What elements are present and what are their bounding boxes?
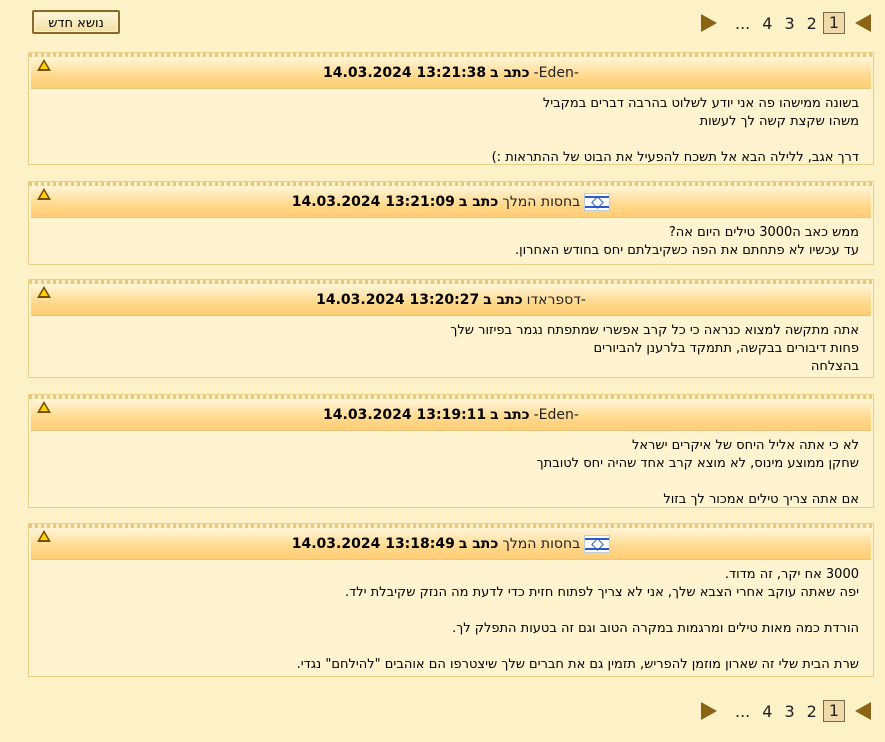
post-timestamp: 13:21:09 14.03.2024: [291, 194, 455, 210]
post-header: בחסות המלך כתב ב 13:18:49 14.03.2024: [31, 529, 871, 560]
post-timestamp: 13:18:49 14.03.2024: [291, 536, 455, 552]
post-timestamp: 13:21:38 14.03.2024: [323, 65, 487, 81]
post-line: משהו שקצת קשה לך לעשות: [699, 114, 859, 129]
post-author[interactable]: -Eden-: [534, 407, 579, 423]
post-body: 3000 אח יקר, זה מדוד. יפה שאתה עוקב אחרי…: [31, 560, 871, 674]
post-line: עד עכשיו לא פתחתם את הפה כשקיבלתם יחס בח…: [514, 243, 859, 258]
post-frame: [29, 53, 873, 57]
post-wrote-label: כתב ב: [490, 65, 530, 81]
prev-page-arrow-icon[interactable]: [855, 702, 871, 720]
israel-flag-icon: [584, 193, 611, 211]
page-link-1-current[interactable]: 1: [822, 12, 845, 34]
page-link-2[interactable]: 2: [801, 14, 823, 33]
report-warning-icon[interactable]: [37, 188, 51, 200]
pagination-bottom: ... 4 3 2 1: [700, 698, 871, 724]
post-wrote-label: כתב ב: [483, 292, 523, 308]
post-frame: [29, 182, 873, 186]
post-line: 3000 אח יקר, זה מדוד.: [724, 567, 859, 582]
post-author[interactable]: -Eden-: [534, 65, 579, 81]
page-link-4[interactable]: 4: [756, 702, 778, 721]
pagination-ellipsis: ...: [734, 13, 751, 33]
prev-page-arrow-icon[interactable]: [855, 14, 871, 32]
post-line: אם אתה צריך טילים אמכור לך בזול: [663, 492, 859, 507]
post-timestamp: 13:20:27 14.03.2024: [316, 292, 480, 308]
page-link-4[interactable]: 4: [756, 14, 778, 33]
post-header: -Eden- כתב ב 13:19:11 14.03.2024: [31, 400, 871, 431]
israel-flag-icon: [584, 535, 611, 553]
page-link-3[interactable]: 3: [778, 702, 800, 721]
pagination-top: ... 4 3 2 1: [700, 10, 871, 36]
post-body: לא כי אתה אליל היחס של איקרים ישראל שחקן…: [31, 431, 871, 507]
post-line: [43, 602, 859, 620]
post: -Eden- כתב ב 13:21:38 14.03.2024 בשונה מ…: [28, 52, 874, 165]
post-frame: [29, 280, 873, 284]
post-body: בשונה ממישהו פה אני יודע לשלוט בהרבה דבר…: [31, 89, 871, 165]
post-line: שרת הבית שלי זה שארון מוזמן להפריש, תזמי…: [296, 657, 859, 672]
post-author[interactable]: -דספראדו: [527, 292, 586, 308]
post-line: יפה שאתה עוקב אחרי הצבא שלך, אני לא צריך…: [344, 585, 859, 600]
post-line: ממש כאב ה3000 טילים היום אה?: [668, 225, 859, 240]
page-link-2[interactable]: 2: [801, 702, 823, 721]
post-body: ממש כאב ה3000 טילים היום אה? עד עכשיו לא…: [31, 218, 871, 262]
post-frame: [29, 524, 873, 528]
post-body: אתה מתקשה למצוא כנראה כי כל קרב אפשרי שמ…: [31, 316, 871, 375]
next-page-arrow-icon[interactable]: [700, 14, 717, 32]
post: -דספראדו כתב ב 13:20:27 14.03.2024 אתה מ…: [28, 279, 874, 378]
next-page-arrow-icon[interactable]: [700, 702, 717, 720]
new-topic-button[interactable]: נושא חדש: [32, 10, 120, 34]
top-toolbar: נושא חדש ... 4 3 2 1: [0, 0, 885, 40]
post-line: [43, 638, 859, 656]
report-warning-icon[interactable]: [37, 286, 51, 298]
post-line: דרך אגב, ללילה הבא אל תשכח להפעיל את הבו…: [491, 150, 859, 165]
post-frame: [29, 395, 873, 399]
post-wrote-label: כתב ב: [458, 536, 499, 552]
post-line: [43, 473, 859, 491]
post-wrote-label: כתב ב: [458, 194, 499, 210]
page-link-1-current[interactable]: 1: [822, 700, 845, 722]
post-line: לא כי אתה אליל היחס של איקרים ישראל: [631, 438, 859, 453]
post-line: [43, 131, 859, 149]
post-line: בשונה ממישהו פה אני יודע לשלוט בהרבה דבר…: [542, 96, 859, 111]
bottom-toolbar: ... 4 3 2 1: [0, 692, 885, 732]
post-author[interactable]: בחסות המלך: [502, 536, 580, 552]
post-line: הורדת כמה מאות טילים ומרגמות במקרה הטוב …: [452, 621, 859, 636]
post-header: -Eden- כתב ב 13:21:38 14.03.2024: [31, 58, 871, 89]
post-author[interactable]: בחסות המלך: [502, 194, 580, 210]
post: -Eden- כתב ב 13:19:11 14.03.2024 לא כי א…: [28, 394, 874, 508]
report-warning-icon[interactable]: [37, 530, 51, 542]
pagination-ellipsis: ...: [734, 701, 751, 721]
post: בחסות המלך כתב ב 13:18:49 14.03.2024 300…: [28, 523, 874, 677]
post-line: שחקן ממוצע מינוס, לא מוצא קרב אחד שהיה י…: [536, 456, 859, 471]
post-header: -דספראדו כתב ב 13:20:27 14.03.2024: [31, 285, 871, 316]
report-warning-icon[interactable]: [37, 401, 51, 413]
post-line: פחות דיבורים בבקשה, תתמקד בלרענן להביורי…: [593, 341, 859, 356]
page-link-3[interactable]: 3: [778, 14, 800, 33]
post-header: בחסות המלך כתב ב 13:21:09 14.03.2024: [31, 187, 871, 218]
report-warning-icon[interactable]: [37, 59, 51, 71]
post-timestamp: 13:19:11 14.03.2024: [323, 407, 487, 423]
post-line: אתה מתקשה למצוא כנראה כי כל קרב אפשרי שמ…: [450, 323, 859, 338]
post: בחסות המלך כתב ב 13:21:09 14.03.2024 ממש…: [28, 181, 874, 265]
post-wrote-label: כתב ב: [490, 407, 530, 423]
post-line: בהצלחה: [810, 359, 859, 374]
